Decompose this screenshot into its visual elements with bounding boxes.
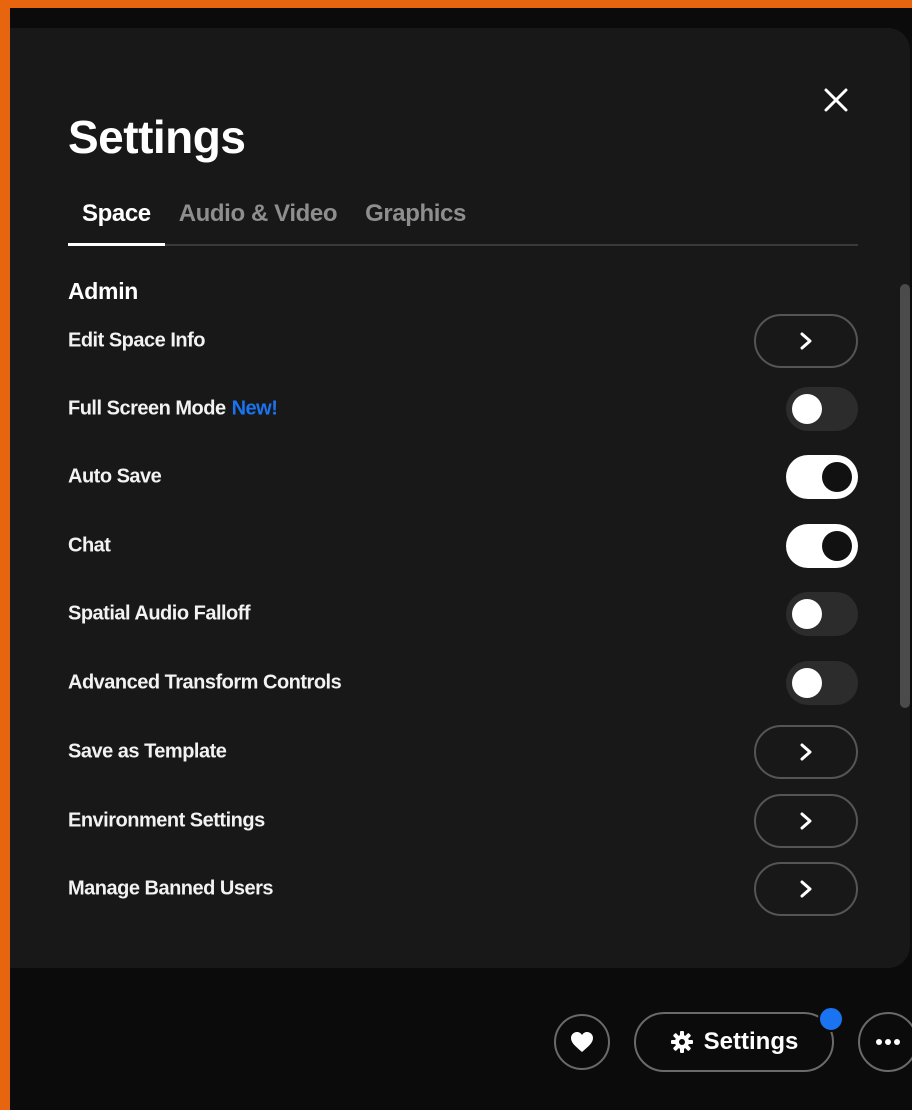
row-chat: Chat <box>68 517 858 575</box>
save-as-template-button[interactable] <box>754 725 858 779</box>
chat-toggle[interactable] <box>786 524 858 568</box>
bottom-toolbar: Settings <box>10 988 912 1110</box>
row-label: Manage Banned Users <box>68 877 274 900</box>
heart-icon <box>571 1032 593 1052</box>
auto-save-toggle[interactable] <box>786 455 858 499</box>
chevron-right-icon <box>800 880 812 898</box>
panel-scrollbar[interactable] <box>900 284 910 708</box>
row-save-as-template: Save as Template <box>68 723 858 781</box>
scroll-fade <box>10 923 890 953</box>
row-auto-save: Auto Save <box>68 448 858 506</box>
tab-audio-video[interactable]: Audio & Video <box>165 192 351 244</box>
row-label-text: Full Screen Mode <box>68 397 226 420</box>
settings-tabs: Space Audio & Video Graphics <box>68 192 858 246</box>
more-button[interactable] <box>858 1012 912 1072</box>
full-screen-mode-toggle[interactable] <box>786 387 858 431</box>
row-label: Edit Space Info <box>68 329 205 352</box>
row-label: Auto Save <box>68 465 162 488</box>
page-title: Settings <box>68 111 246 163</box>
toggle-knob <box>792 668 822 698</box>
row-label: Full Screen Mode New! <box>68 397 278 421</box>
row-label: Environment Settings <box>68 809 265 832</box>
toggle-knob <box>822 531 852 561</box>
notification-dot <box>818 1006 844 1032</box>
row-label: Spatial Audio Falloff <box>68 602 251 625</box>
row-manage-banned-users: Manage Banned Users <box>68 860 858 918</box>
row-environment-settings: Environment Settings <box>68 792 858 850</box>
row-advanced-transform-controls: Advanced Transform Controls <box>68 654 858 712</box>
manage-banned-users-button[interactable] <box>754 862 858 916</box>
settings-button-label: Settings <box>703 1028 799 1055</box>
spatial-audio-falloff-toggle[interactable] <box>786 592 858 636</box>
more-horizontal-icon <box>876 1039 900 1045</box>
row-edit-space-info: Edit Space Info <box>68 312 858 370</box>
chevron-right-icon <box>800 332 812 350</box>
row-spatial-audio-falloff: Spatial Audio Falloff <box>68 585 858 643</box>
app-frame: Settings Space Audio & Video Graphics Ad… <box>10 8 912 1110</box>
row-full-screen-mode: Full Screen Mode New! <box>68 380 858 438</box>
gear-icon <box>670 1031 693 1053</box>
section-title-admin: Admin <box>68 278 139 304</box>
row-label: Save as Template <box>68 740 227 763</box>
row-label: Chat <box>68 534 111 557</box>
close-icon <box>824 88 848 112</box>
row-label: Advanced Transform Controls <box>68 671 342 694</box>
settings-panel: Settings Space Audio & Video Graphics Ad… <box>10 28 910 968</box>
tab-graphics[interactable]: Graphics <box>351 192 480 244</box>
toggle-knob <box>822 462 852 492</box>
new-badge: New! <box>231 397 278 420</box>
environment-settings-button[interactable] <box>754 794 858 848</box>
chevron-right-icon <box>800 812 812 830</box>
edit-space-info-button[interactable] <box>754 314 858 368</box>
toggle-knob <box>792 599 822 629</box>
chevron-right-icon <box>800 743 812 761</box>
toggle-knob <box>792 394 822 424</box>
tab-space[interactable]: Space <box>68 192 165 246</box>
settings-button[interactable]: Settings <box>634 1012 834 1072</box>
advanced-transform-controls-toggle[interactable] <box>786 661 858 705</box>
close-button[interactable] <box>816 80 856 120</box>
like-button[interactable] <box>554 1014 610 1070</box>
